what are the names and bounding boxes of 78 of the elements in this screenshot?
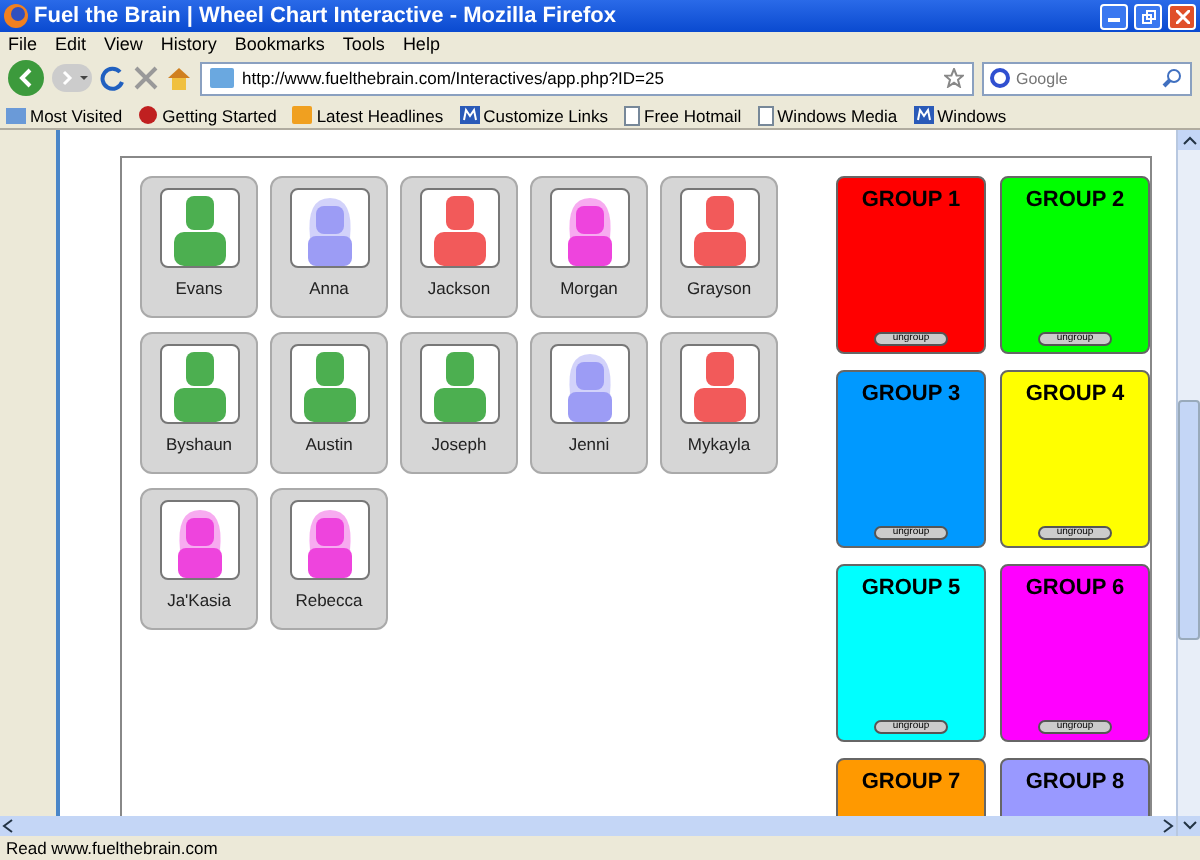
- bookmark-link[interactable]: Windows Media: [757, 105, 898, 125]
- student-name: Grayson: [686, 278, 752, 298]
- student-name: Austin: [305, 434, 353, 454]
- page-icon: [624, 105, 640, 125]
- student-card[interactable]: Grayson: [660, 176, 778, 318]
- group-card[interactable]: GROUP 7: [836, 758, 986, 816]
- page-icon: [757, 105, 774, 125]
- minimize-button[interactable]: [1100, 3, 1128, 29]
- restore-icon: [1141, 9, 1155, 23]
- student-card[interactable]: Ja'Kasia: [140, 488, 258, 630]
- menu-item[interactable]: View: [104, 33, 143, 53]
- bookmark-link[interactable]: Free Hotmail: [624, 105, 742, 125]
- google-logo-icon: [990, 68, 1010, 88]
- reload-icon[interactable]: [100, 65, 126, 91]
- home-icon[interactable]: [166, 66, 192, 90]
- group-title: GROUP 3: [861, 382, 961, 406]
- group-title: GROUP 7: [861, 770, 961, 794]
- student-name: Mykayla: [687, 434, 751, 454]
- student-name: Ja'Kasia: [167, 590, 231, 610]
- star-icon[interactable]: [944, 68, 964, 88]
- student-card[interactable]: Rebecca: [270, 488, 388, 630]
- bookmark-link[interactable]: Getting Started: [138, 105, 277, 125]
- site-icon: [210, 68, 234, 88]
- group-title: GROUP 8: [1025, 770, 1125, 794]
- vertical-scrollbar[interactable]: [1176, 130, 1200, 836]
- search-icon[interactable]: [1162, 68, 1182, 88]
- student-name: Jenni: [568, 434, 610, 454]
- close-button[interactable]: [1168, 3, 1196, 29]
- window-title: Fuel the Brain | Wheel Chart Interactive - Mozilla Firefox: [34, 4, 618, 28]
- bookmark-link[interactable]: Most Visited: [6, 105, 123, 125]
- restore-button[interactable]: [1134, 3, 1162, 29]
- student-name: Anna: [309, 278, 349, 298]
- student-name: Byshaun: [165, 434, 233, 454]
- group-card[interactable]: GROUP 8: [1000, 758, 1150, 816]
- feed-icon: [292, 106, 313, 124]
- student-card[interactable]: Jenni: [530, 332, 648, 474]
- student-card[interactable]: Joseph: [400, 332, 518, 474]
- bookmark-link[interactable]: Customize Links: [459, 105, 608, 125]
- student-card[interactable]: Austin: [270, 332, 388, 474]
- scroll-thumb[interactable]: [1178, 400, 1200, 640]
- m-logo-icon: [913, 106, 934, 124]
- student-card[interactable]: Byshaun: [140, 332, 258, 474]
- scroll-left-icon[interactable]: [0, 818, 16, 834]
- group-title: GROUP 5: [861, 576, 961, 600]
- student-card[interactable]: Mykayla: [660, 332, 778, 474]
- scroll-right-icon[interactable]: [1160, 818, 1176, 834]
- menu-item[interactable]: Edit: [55, 33, 87, 53]
- menu-item[interactable]: File: [8, 33, 38, 53]
- student-name: Evans: [175, 278, 223, 298]
- address-field[interactable]: http://www.fuelthebrain.com/Interactives/app.php?ID=25: [200, 61, 974, 95]
- student-card[interactable]: Evans: [140, 176, 258, 318]
- student-card[interactable]: Anna: [270, 176, 388, 318]
- student-name: Jackson: [427, 278, 491, 298]
- scroll-up-button[interactable]: [1178, 130, 1200, 150]
- student-card[interactable]: Jackson: [400, 176, 518, 318]
- status-text: Read www.fuelthebrain.com: [6, 838, 218, 858]
- m-logo-icon: [459, 106, 480, 124]
- bookmark-link[interactable]: Windows: [913, 105, 1007, 125]
- group-title: GROUP 6: [1025, 576, 1125, 600]
- menu-item[interactable]: Help: [402, 33, 440, 53]
- student-name: Morgan: [560, 278, 618, 298]
- search-bar[interactable]: Google: [982, 61, 1192, 95]
- scroll-down-button[interactable]: [1178, 816, 1200, 836]
- menu-item[interactable]: Bookmarks: [234, 33, 325, 53]
- group-title: GROUP 4: [1025, 382, 1125, 406]
- menu-item[interactable]: Tools: [342, 33, 385, 53]
- bird-icon: [138, 106, 159, 124]
- group-title: GROUP 1: [861, 188, 961, 212]
- menu-item[interactable]: History: [160, 33, 217, 53]
- firefox-logo-icon: [4, 4, 28, 28]
- student-name: Rebecca: [295, 590, 363, 610]
- folder-icon: [6, 106, 26, 124]
- student-card[interactable]: Morgan: [530, 176, 648, 318]
- back-button[interactable]: [8, 60, 44, 96]
- student-name: Joseph: [431, 434, 487, 454]
- group-title: GROUP 2: [1025, 188, 1125, 212]
- close-icon: [1175, 9, 1189, 23]
- bookmark-link[interactable]: Latest Headlines: [292, 105, 444, 125]
